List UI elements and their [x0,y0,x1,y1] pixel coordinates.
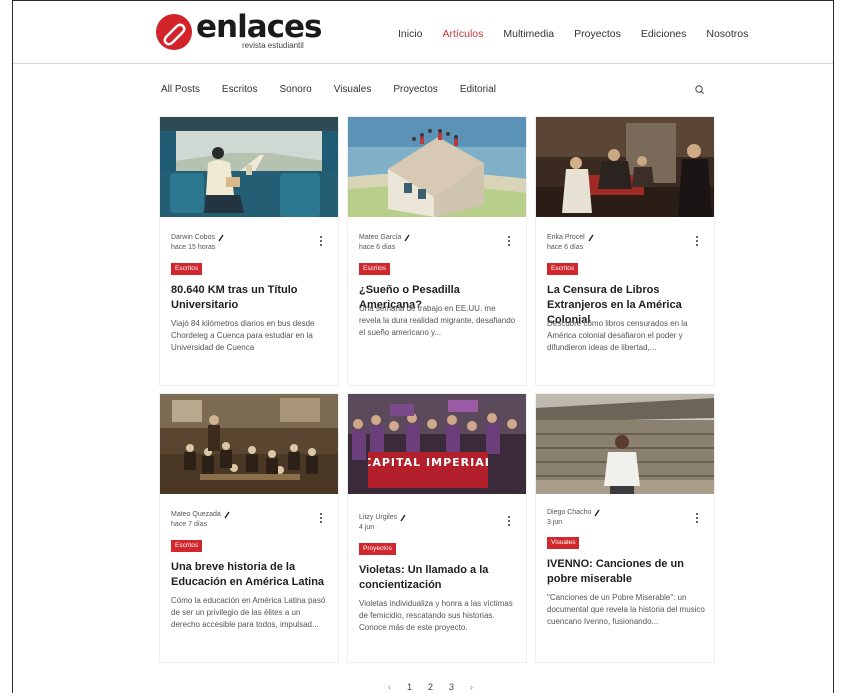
pagination-next-icon[interactable]: › [470,682,473,692]
post-time: hace 7 días [171,521,208,528]
banner-text: CAPITAL IMPERIAL [368,456,488,469]
post-category-badge[interactable]: Escritos [171,540,203,552]
logo-wordmark: enlaces revista estudiantil [196,9,322,51]
post-excerpt: Cómo la educación en América Latina pasó… [171,596,326,629]
post-time: 3 jun [547,519,563,526]
page-frame: enlaces revista estudiantil Inicio Artíc… [12,0,834,693]
nav-proyectos[interactable]: Proyectos [574,28,621,40]
post-category-badge[interactable]: Escritos [171,263,203,275]
post-image-man-wooden-house[interactable] [536,394,714,494]
main-nav: Inicio Artículos Multimedia Proyectos Ed… [398,28,768,40]
more-options-icon[interactable] [694,236,700,250]
category-all-posts[interactable]: All Posts [161,84,200,95]
post-category-badge[interactable]: Escritos [547,263,579,275]
pencil-icon [404,234,411,242]
post-image-house-roof[interactable] [348,117,526,217]
category-editorial[interactable]: Editorial [460,84,496,95]
pencil-icon [218,234,224,242]
nav-multimedia[interactable]: Multimedia [503,28,554,40]
pagination: ‹ 1 2 3 › [388,682,473,692]
post-category-badge[interactable]: Proyectos [359,543,396,555]
pencil-icon [224,511,230,519]
post-image-bus-student[interactable] [160,117,338,217]
post-author[interactable]: Diego Chacho [547,508,591,518]
more-options-icon[interactable] [506,516,512,530]
post-meta: Mateo García hace 6 días [359,233,411,253]
brand-name: enlaces [196,9,322,45]
pagination-prev-icon[interactable]: ‹ [388,682,391,692]
paperclip-logo-icon [156,14,192,50]
brand-subtitle: revista estudiantil [242,41,304,50]
post-author[interactable]: Darwin Cobos [171,233,215,243]
post-excerpt: Una semana de trabajo en EE.UU. me revel… [359,304,516,337]
pagination-page-2[interactable]: 2 [428,682,433,692]
nav-nosotros[interactable]: Nosotros [706,28,748,40]
more-options-icon[interactable] [694,513,700,527]
nav-ediciones[interactable]: Ediciones [641,28,687,40]
more-options-icon[interactable] [506,236,512,250]
post-card[interactable]: Darwin Cobos hace 15 horas Escritos 80.6… [160,117,338,385]
site-header: enlaces revista estudiantil Inicio Artíc… [13,1,833,64]
category-escritos[interactable]: Escritos [222,84,258,95]
protest-banner-text: CAPITAL IMPERIAL [368,456,488,469]
post-image-colonial-painting[interactable] [536,117,714,217]
post-meta: Litzy Urgiles 4 jun [359,513,406,533]
post-author[interactable]: Mateo García [359,233,401,243]
category-bar: All Posts Escritos Sonoro Visuales Proye… [161,84,518,95]
post-meta: Mateo Quezada hace 7 días [171,510,230,530]
more-options-icon[interactable] [318,236,324,250]
post-title[interactable]: Violetas: Un llamado a la concientizació… [359,563,517,593]
post-time: hace 6 días [547,244,584,251]
post-image-classroom-painting[interactable] [160,394,338,494]
nav-articulos[interactable]: Artículos [443,28,484,40]
post-category-badge[interactable]: Escritos [359,263,391,275]
post-excerpt: "Canciones de un Pobre Miserable": un do… [547,593,705,626]
post-card[interactable]: CAPITAL IMPERIAL Litzy Urgiles 4 jun Pro… [348,394,526,662]
post-card[interactable]: Mateo García hace 6 días Escritos ¿Sueño… [348,117,526,385]
pencil-icon [400,514,406,522]
pagination-page-1[interactable]: 1 [407,682,412,692]
post-card[interactable]: Mateo Quezada hace 7 días Escritos Una b… [160,394,338,662]
post-time: 4 jun [359,524,375,531]
post-excerpt: Descubre cómo libros censurados en la Am… [547,319,688,352]
post-meta: Darwin Cobos hace 15 horas [171,233,224,253]
post-author[interactable]: Erika Procel [547,233,585,243]
category-proyectos[interactable]: Proyectos [393,84,437,95]
site-logo[interactable]: enlaces revista estudiantil [156,9,322,51]
category-visuales[interactable]: Visuales [334,84,372,95]
post-card[interactable]: Diego Chacho 3 jun Visuales IVENNO: Canc… [536,394,714,662]
post-meta: Diego Chacho 3 jun [547,508,600,528]
post-time: hace 6 días [359,244,396,251]
pencil-icon [588,234,594,242]
more-options-icon[interactable] [318,513,324,527]
post-title[interactable]: Una breve historia de la Educación en Am… [171,560,329,590]
search-icon[interactable] [693,83,707,97]
pencil-icon [594,509,600,517]
nav-inicio[interactable]: Inicio [398,28,423,40]
post-title[interactable]: 80.640 KM tras un Título Universitario [171,283,329,313]
post-author[interactable]: Mateo Quezada [171,510,221,520]
post-category-badge[interactable]: Visuales [547,537,580,549]
post-title[interactable]: IVENNO: Canciones de un pobre miserable [547,557,705,587]
post-meta: Erika Procel hace 6 días [547,233,594,253]
post-card[interactable]: Erika Procel hace 6 días Escritos La Cen… [536,117,714,385]
post-author[interactable]: Litzy Urgiles [359,513,397,523]
pagination-page-3[interactable]: 3 [449,682,454,692]
post-excerpt: Violetas individualiza y honra a las víc… [359,599,513,632]
category-sonoro[interactable]: Sonoro [279,84,311,95]
post-time: hace 15 horas [171,244,216,251]
post-excerpt: Viajó 84 kilómetros diarios en bus desde… [171,319,315,352]
